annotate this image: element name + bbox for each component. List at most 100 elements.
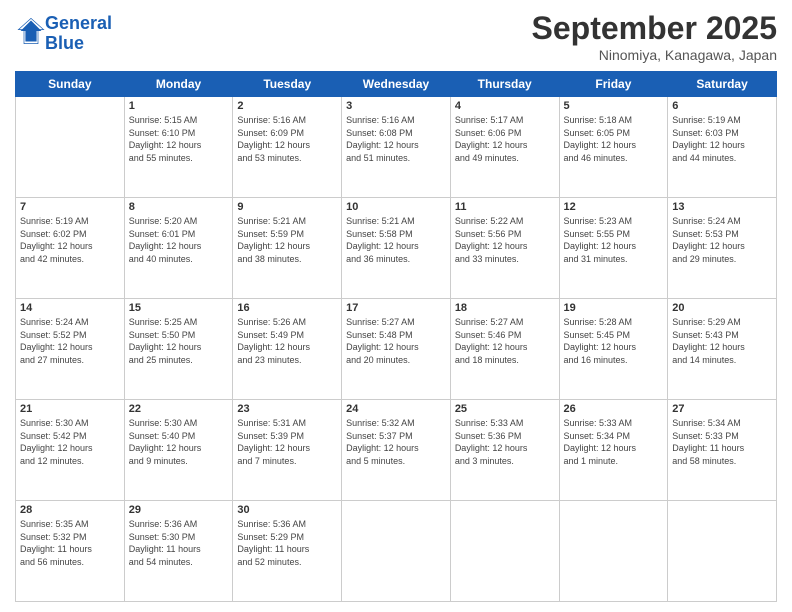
day-number: 17 xyxy=(346,302,446,314)
calendar-cell: 6Sunrise: 5:19 AM Sunset: 6:03 PM Daylig… xyxy=(668,97,777,198)
calendar-cell: 10 Sunrise: 5:21 AM Sunset: 5:58 PM Dayli… xyxy=(342,198,451,299)
calendar-cell: 9Sunrise: 5:21 AM Sunset: 5:59 PM Daylig… xyxy=(233,198,342,299)
calendar-cell: 7 Sunrise: 5:19 AM Sunset: 6:02 PM Daylig… xyxy=(16,198,125,299)
day-number: 2 xyxy=(237,100,337,112)
day-number: 4 xyxy=(455,100,555,112)
day-info: Sunrise: 5:36 AM Sunset: 5:29 PM Dayligh… xyxy=(237,518,337,568)
calendar-cell: 29 Sunrise: 5:36 AM Sunset: 5:30 PM Dayli… xyxy=(124,501,233,602)
calendar-cell: 17Sunrise: 5:27 AM Sunset: 5:48 PM Dayli… xyxy=(342,299,451,400)
day-info: Sunrise: 5:25 AM Sunset: 5:50 PM Dayligh… xyxy=(129,316,229,366)
calendar-cell: 26 Sunrise: 5:33 AM Sunset: 5:34 PM Dayli… xyxy=(559,400,668,501)
day-number: 28 xyxy=(20,504,120,516)
calendar-week-2: 7 Sunrise: 5:19 AM Sunset: 6:02 PM Daylig… xyxy=(16,198,777,299)
day-info: Sunrise: 5:16 AM Sunset: 6:09 PM Dayligh… xyxy=(237,114,337,164)
calendar-cell: 28 Sunrise: 5:35 AM Sunset: 5:32 PM Dayli… xyxy=(16,501,125,602)
calendar-week-1: 1 Sunrise: 5:15 AM Sunset: 6:10 PM Daylig… xyxy=(16,97,777,198)
calendar-cell xyxy=(342,501,451,602)
day-info: Sunrise: 5:16 AM Sunset: 6:08 PM Dayligh… xyxy=(346,114,446,164)
calendar-cell xyxy=(16,97,125,198)
day-info: Sunrise: 5:33 AM Sunset: 5:34 PM Dayligh… xyxy=(564,417,664,467)
day-info: Sunrise: 5:23 AM Sunset: 5:55 PM Dayligh… xyxy=(564,215,664,265)
day-number: 23 xyxy=(237,403,337,415)
day-info: Sunrise: 5:19 AM Sunset: 6:02 PM Dayligh… xyxy=(20,215,120,265)
day-info: Sunrise: 5:36 AM Sunset: 5:30 PM Dayligh… xyxy=(129,518,229,568)
day-number: 26 xyxy=(564,403,664,415)
calendar-cell: 24Sunrise: 5:32 AM Sunset: 5:37 PM Dayli… xyxy=(342,400,451,501)
day-number: 24 xyxy=(346,403,446,415)
day-info: Sunrise: 5:30 AM Sunset: 5:40 PM Dayligh… xyxy=(129,417,229,467)
day-number: 11 xyxy=(455,201,555,213)
day-info: Sunrise: 5:30 AM Sunset: 5:42 PM Dayligh… xyxy=(20,417,120,467)
calendar-cell: 21 Sunrise: 5:30 AM Sunset: 5:42 PM Dayli… xyxy=(16,400,125,501)
calendar-header-tuesday: Tuesday xyxy=(233,72,342,97)
calendar-cell: 16 Sunrise: 5:26 AM Sunset: 5:49 PM Dayli… xyxy=(233,299,342,400)
calendar-cell: 2 Sunrise: 5:16 AM Sunset: 6:09 PM Daylig… xyxy=(233,97,342,198)
subtitle: Ninomiya, Kanagawa, Japan xyxy=(532,47,777,63)
day-number: 22 xyxy=(129,403,229,415)
main-title: September 2025 xyxy=(532,10,777,47)
day-number: 19 xyxy=(564,302,664,314)
day-number: 16 xyxy=(237,302,337,314)
header: General Blue September 2025 Ninomiya, Ka… xyxy=(15,10,777,63)
calendar-cell: 3 Sunrise: 5:16 AM Sunset: 6:08 PM Daylig… xyxy=(342,97,451,198)
calendar-cell: 27 Sunrise: 5:34 AM Sunset: 5:33 PM Dayli… xyxy=(668,400,777,501)
day-info: Sunrise: 5:34 AM Sunset: 5:33 PM Dayligh… xyxy=(672,417,772,467)
calendar-week-5: 28 Sunrise: 5:35 AM Sunset: 5:32 PM Dayli… xyxy=(16,501,777,602)
calendar-cell: 14 Sunrise: 5:24 AM Sunset: 5:52 PM Dayli… xyxy=(16,299,125,400)
day-info: Sunrise: 5:21 AM Sunset: 5:59 PM Dayligh… xyxy=(237,215,337,265)
day-number: 8 xyxy=(129,201,229,213)
day-info: Sunrise: 5:26 AM Sunset: 5:49 PM Dayligh… xyxy=(237,316,337,366)
day-number: 14 xyxy=(20,302,120,314)
day-info: Sunrise: 5:28 AM Sunset: 5:45 PM Dayligh… xyxy=(564,316,664,366)
day-number: 18 xyxy=(455,302,555,314)
logo-line2: Blue xyxy=(45,33,84,53)
logo-text: General Blue xyxy=(45,14,112,54)
calendar-cell: 8 Sunrise: 5:20 AM Sunset: 6:01 PM Daylig… xyxy=(124,198,233,299)
calendar-cell: 25Sunrise: 5:33 AM Sunset: 5:36 PM Dayli… xyxy=(450,400,559,501)
day-number: 7 xyxy=(20,201,120,213)
day-info: Sunrise: 5:19 AM Sunset: 6:03 PM Dayligh… xyxy=(672,114,772,164)
calendar-header-wednesday: Wednesday xyxy=(342,72,451,97)
calendar-cell: 12 Sunrise: 5:23 AM Sunset: 5:55 PM Dayli… xyxy=(559,198,668,299)
logo: General Blue xyxy=(15,14,112,54)
calendar-cell: 20Sunrise: 5:29 AM Sunset: 5:43 PM Dayli… xyxy=(668,299,777,400)
day-info: Sunrise: 5:35 AM Sunset: 5:32 PM Dayligh… xyxy=(20,518,120,568)
calendar-cell: 13 Sunrise: 5:24 AM Sunset: 5:53 PM Dayli… xyxy=(668,198,777,299)
logo-line1: General xyxy=(45,13,112,33)
calendar-week-4: 21 Sunrise: 5:30 AM Sunset: 5:42 PM Dayli… xyxy=(16,400,777,501)
day-number: 3 xyxy=(346,100,446,112)
calendar-cell xyxy=(559,501,668,602)
calendar-cell xyxy=(450,501,559,602)
day-info: Sunrise: 5:20 AM Sunset: 6:01 PM Dayligh… xyxy=(129,215,229,265)
calendar-cell: 11Sunrise: 5:22 AM Sunset: 5:56 PM Dayli… xyxy=(450,198,559,299)
calendar-cell: 30Sunrise: 5:36 AM Sunset: 5:29 PM Dayli… xyxy=(233,501,342,602)
calendar-header-friday: Friday xyxy=(559,72,668,97)
day-number: 10 xyxy=(346,201,446,213)
calendar-table: SundayMondayTuesdayWednesdayThursdayFrid… xyxy=(15,71,777,602)
calendar-cell: 18 Sunrise: 5:27 AM Sunset: 5:46 PM Dayli… xyxy=(450,299,559,400)
calendar-header-saturday: Saturday xyxy=(668,72,777,97)
calendar-cell: 19 Sunrise: 5:28 AM Sunset: 5:45 PM Dayli… xyxy=(559,299,668,400)
calendar-header-sunday: Sunday xyxy=(16,72,125,97)
day-info: Sunrise: 5:27 AM Sunset: 5:46 PM Dayligh… xyxy=(455,316,555,366)
day-number: 25 xyxy=(455,403,555,415)
day-number: 21 xyxy=(20,403,120,415)
day-info: Sunrise: 5:24 AM Sunset: 5:52 PM Dayligh… xyxy=(20,316,120,366)
calendar-cell: 23 Sunrise: 5:31 AM Sunset: 5:39 PM Dayli… xyxy=(233,400,342,501)
day-info: Sunrise: 5:21 AM Sunset: 5:58 PM Dayligh… xyxy=(346,215,446,265)
day-number: 1 xyxy=(129,100,229,112)
calendar-cell xyxy=(668,501,777,602)
day-number: 13 xyxy=(672,201,772,213)
day-info: Sunrise: 5:15 AM Sunset: 6:10 PM Dayligh… xyxy=(129,114,229,164)
page: General Blue September 2025 Ninomiya, Ka… xyxy=(0,0,792,612)
day-number: 27 xyxy=(672,403,772,415)
day-number: 29 xyxy=(129,504,229,516)
day-number: 12 xyxy=(564,201,664,213)
calendar-cell: 4Sunrise: 5:17 AM Sunset: 6:06 PM Daylig… xyxy=(450,97,559,198)
calendar-header-row: SundayMondayTuesdayWednesdayThursdayFrid… xyxy=(16,72,777,97)
calendar-header-thursday: Thursday xyxy=(450,72,559,97)
day-info: Sunrise: 5:31 AM Sunset: 5:39 PM Dayligh… xyxy=(237,417,337,467)
day-info: Sunrise: 5:24 AM Sunset: 5:53 PM Dayligh… xyxy=(672,215,772,265)
calendar-week-3: 14 Sunrise: 5:24 AM Sunset: 5:52 PM Dayli… xyxy=(16,299,777,400)
calendar-cell: 5Sunrise: 5:18 AM Sunset: 6:05 PM Daylig… xyxy=(559,97,668,198)
